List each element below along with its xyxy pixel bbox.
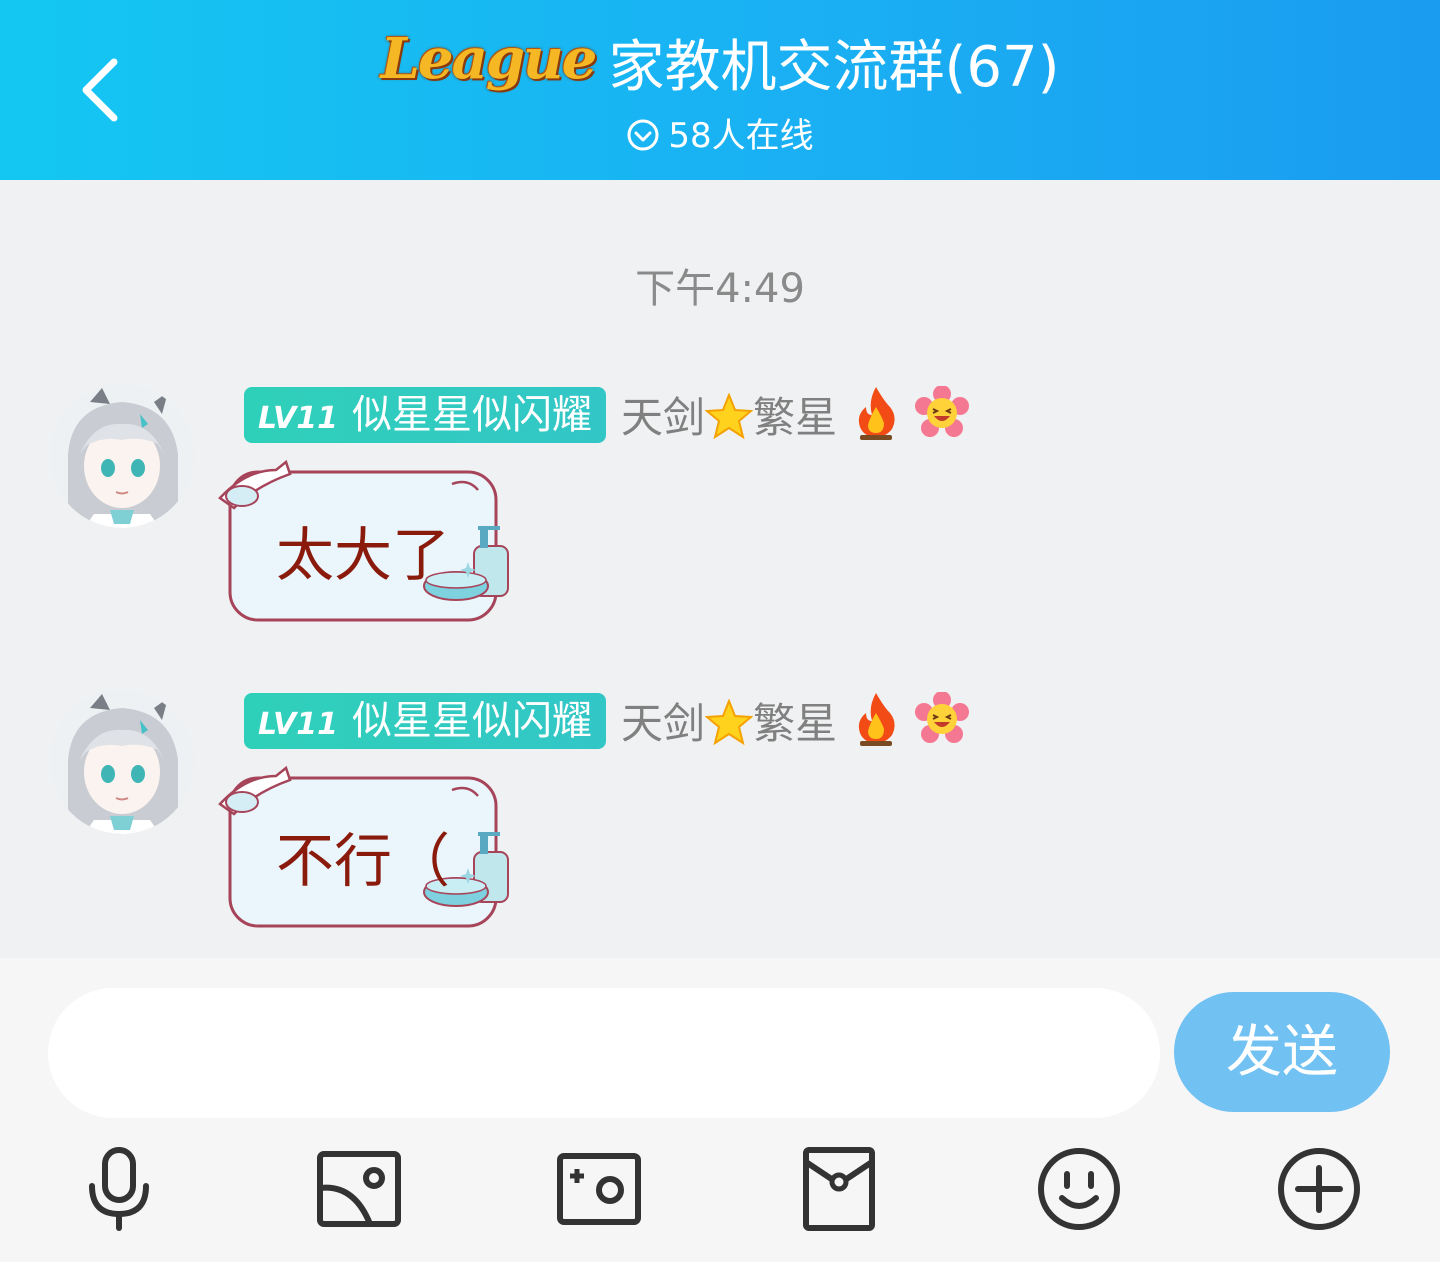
message-timestamp: 下午4:49 — [635, 266, 805, 312]
nickname-suffix: 繁星 — [753, 393, 838, 442]
online-count: 58人在线 — [668, 116, 814, 156]
sender-info[interactable]: LV11 似星星似闪耀 天剑 繁星 — [244, 690, 970, 751]
group-name: 家教机交流群(67) — [608, 35, 1060, 100]
avatar-image — [50, 384, 194, 528]
message-bubble[interactable]: 太大了 — [216, 456, 516, 626]
honor-title: 似星星似闪耀 — [351, 391, 592, 438]
input-area: 发送 — [0, 958, 1440, 1262]
microphone-icon — [89, 1147, 149, 1231]
level-badge: LV11 似星星似闪耀 — [244, 692, 606, 749]
camera-button[interactable] — [554, 1144, 644, 1234]
avatar-image — [50, 690, 194, 834]
check-circle-icon — [627, 119, 659, 150]
chat-area[interactable]: 下午4:49 LV11 似星星似闪耀 天剑 繁星 太大了 LV11 似星星似闪耀… — [0, 180, 1440, 958]
fire-emoji-icon — [852, 691, 900, 751]
message-item: LV11 似星星似闪耀 天剑 繁星 太大了 — [0, 384, 1440, 644]
sender-nickname: 天剑 繁星 — [621, 384, 837, 445]
sender-info[interactable]: LV11 似星星似闪耀 天剑 繁星 — [244, 384, 970, 445]
level-badge: LV11 似星星似闪耀 — [244, 386, 606, 443]
sender-nickname: 天剑 繁星 — [621, 690, 837, 751]
league-logo: League — [380, 25, 598, 92]
message-text: 太大了 — [276, 521, 451, 589]
plus-icon — [1278, 1148, 1360, 1230]
honor-title: 似星星似闪耀 — [351, 697, 592, 744]
red-packet-button[interactable] — [794, 1144, 884, 1234]
avatar[interactable] — [50, 384, 194, 528]
message-text: 不行（ — [276, 827, 451, 895]
flower-smile-emoji-icon — [915, 384, 970, 444]
avatar[interactable] — [50, 690, 194, 834]
fire-emoji-icon — [852, 385, 900, 445]
message-bubble[interactable]: 不行（ — [216, 762, 516, 932]
nickname-suffix: 繁星 — [753, 699, 838, 748]
title-row[interactable]: League 家教机交流群(67) — [0, 22, 1440, 102]
smiley-icon — [1038, 1148, 1120, 1230]
nickname-prefix: 天剑 — [621, 393, 706, 442]
image-icon — [317, 1151, 401, 1227]
message-input[interactable] — [48, 988, 1160, 1118]
microphone-button[interactable] — [74, 1144, 164, 1234]
message-item: LV11 似星星似闪耀 天剑 繁星 不行（ — [0, 690, 1440, 950]
nickname-prefix: 天剑 — [621, 699, 706, 748]
flower-smile-emoji-icon — [915, 690, 970, 750]
send-button[interactable]: 发送 — [1174, 992, 1390, 1112]
online-status: 58人在线 — [0, 108, 1440, 157]
level-text: LV11 — [258, 706, 338, 742]
emoji-button[interactable] — [1034, 1144, 1124, 1234]
star-emoji-icon — [704, 391, 754, 439]
more-button[interactable] — [1274, 1144, 1364, 1234]
star-emoji-icon — [704, 697, 754, 745]
chat-header: League 家教机交流群(67) 58人在线 — [0, 0, 1440, 180]
red-packet-icon — [803, 1147, 875, 1231]
camera-icon — [557, 1153, 641, 1225]
level-text: LV11 — [258, 400, 338, 436]
image-button[interactable] — [314, 1144, 404, 1234]
